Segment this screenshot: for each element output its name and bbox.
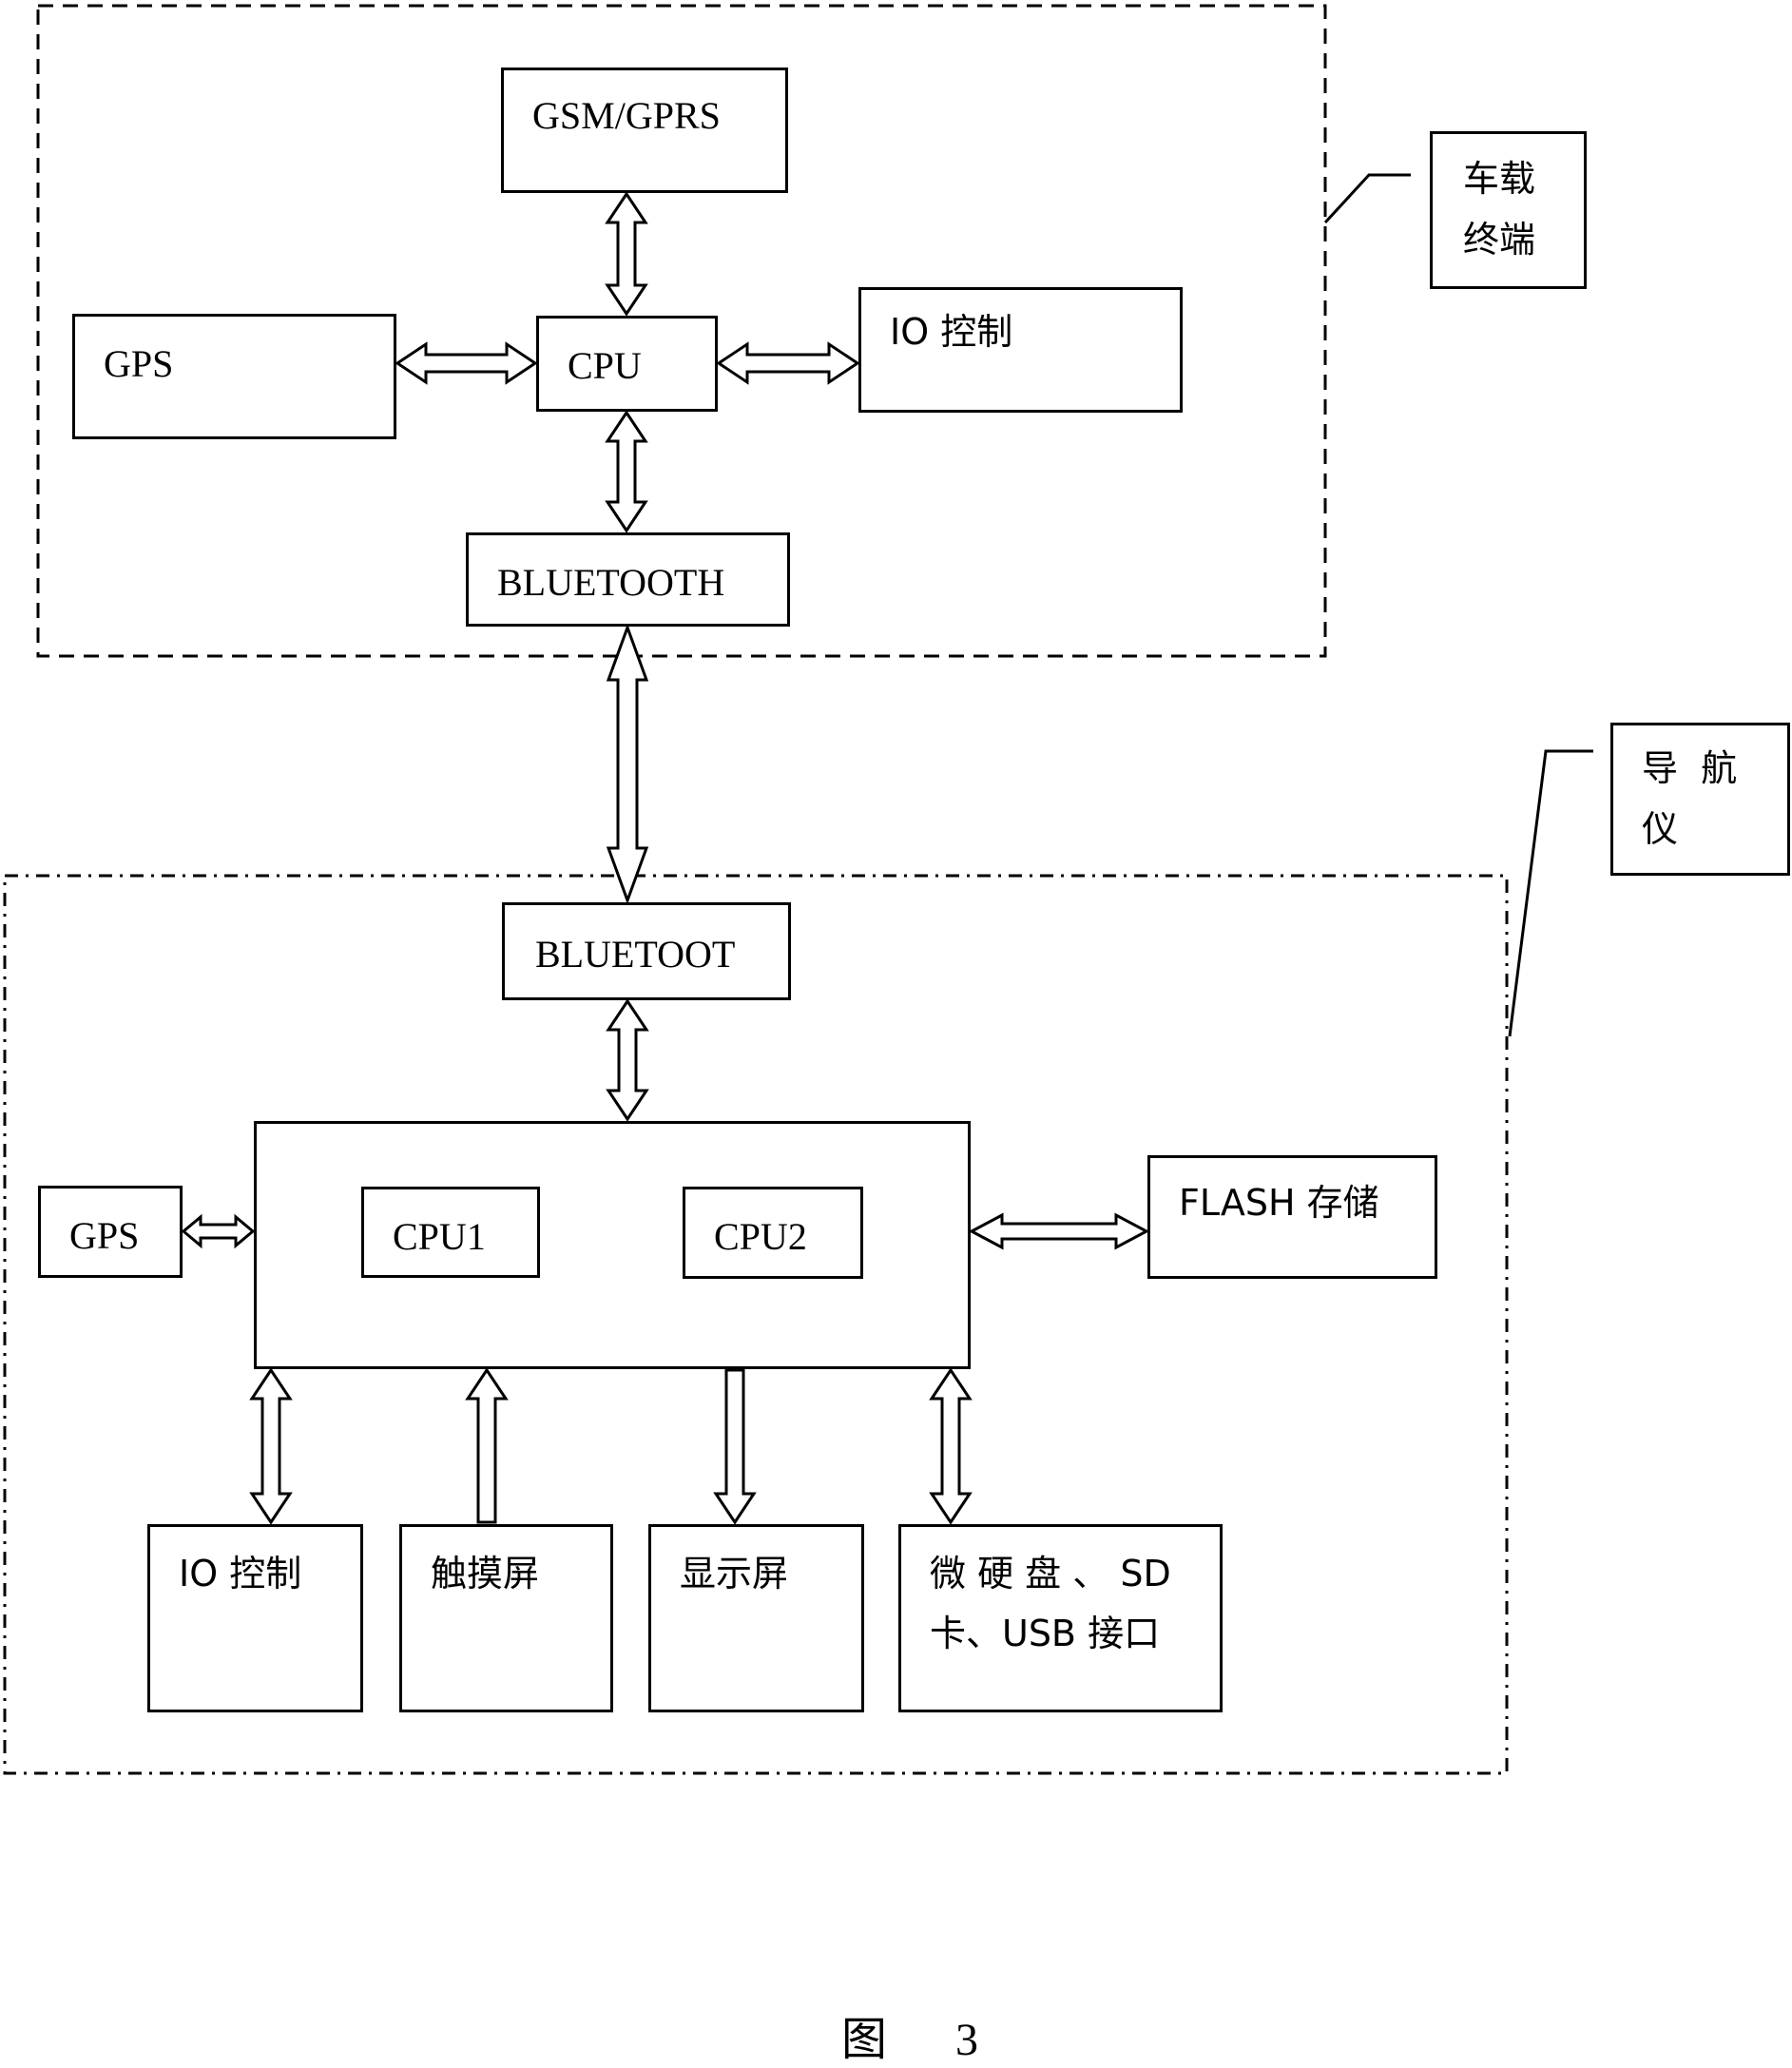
bluetooth-block-navigator: BLUETOOT: [502, 902, 791, 1000]
gsm-gprs-block: GSM/GPRS: [501, 68, 788, 193]
touch-screen-block: 触摸屏: [399, 1524, 613, 1712]
vehicle-terminal-label-line1: 车载: [1463, 158, 1536, 200]
figure-caption: 图 3: [841, 2015, 1008, 2065]
gps-label: GPS: [104, 342, 174, 385]
io-control-block-navigator: IO 控制: [147, 1524, 363, 1712]
storage-interfaces-label-line1: 微 硬 盘 、 SD: [930, 1553, 1171, 1594]
storage-interfaces-block: 微 硬 盘 、 SD 卡、USB 接口: [898, 1524, 1223, 1712]
io-control-label: IO 控制: [890, 311, 1013, 353]
arrow-gps-cpu: [395, 341, 538, 385]
bluetoot-label: BLUETOOT: [535, 933, 736, 976]
display-screen-label: 显示屏: [680, 1553, 789, 1594]
flash-storage-block: FLASH 存储: [1147, 1155, 1437, 1279]
arrow-main-display: [713, 1368, 757, 1525]
navigator-label-line1: 导 航: [1642, 747, 1738, 789]
navigator-label-line2: 仪: [1642, 808, 1679, 850]
vehicle-terminal-leader-line: [1323, 173, 1411, 224]
arrow-bluetoot-main: [606, 998, 649, 1122]
cpu2-label: CPU2: [714, 1215, 807, 1258]
flash-storage-label: FLASH 存储: [1179, 1182, 1379, 1224]
io-control-block-terminal: IO 控制: [858, 287, 1183, 413]
display-screen-block: 显示屏: [648, 1524, 864, 1712]
bluetooth-label: BLUETOOTH: [497, 561, 725, 604]
arrow-gsm-cpu: [605, 191, 648, 317]
arrow-touch-main: [465, 1367, 509, 1524]
gps-block-navigator: GPS: [38, 1186, 183, 1278]
arrow-cpu-bluetooth: [605, 410, 648, 533]
touch-screen-label: 触摸屏: [431, 1553, 540, 1594]
bluetooth-block-terminal: BLUETOOTH: [466, 532, 790, 627]
arrow-cpu-io: [716, 341, 860, 385]
io-control-label: IO 控制: [179, 1553, 302, 1594]
cpu1-label: CPU1: [393, 1215, 486, 1258]
gps-block-terminal: GPS: [72, 314, 396, 439]
vehicle-terminal-label-line2: 终端: [1463, 219, 1536, 261]
storage-interfaces-label-line2: 卡、USB 接口: [930, 1613, 1161, 1654]
vehicle-terminal-label-box: 车载 终端: [1430, 131, 1587, 289]
arrow-bluetooth-link: [606, 623, 649, 905]
arrow-main-storage: [929, 1367, 973, 1525]
navigator-leader-line: [1508, 749, 1593, 1037]
cpu-label: CPU: [568, 344, 642, 387]
cpu2-block: CPU2: [683, 1187, 863, 1279]
gsm-gprs-label: GSM/GPRS: [532, 94, 721, 137]
arrow-main-flash: [968, 1212, 1150, 1250]
cpu-block-terminal: CPU: [536, 316, 718, 412]
arrow-main-io: [249, 1367, 293, 1525]
cpu1-block: CPU1: [361, 1187, 540, 1278]
gps-label: GPS: [69, 1214, 140, 1257]
arrow-gps-main: [181, 1213, 256, 1249]
navigator-label-box: 导 航 仪: [1610, 723, 1790, 876]
